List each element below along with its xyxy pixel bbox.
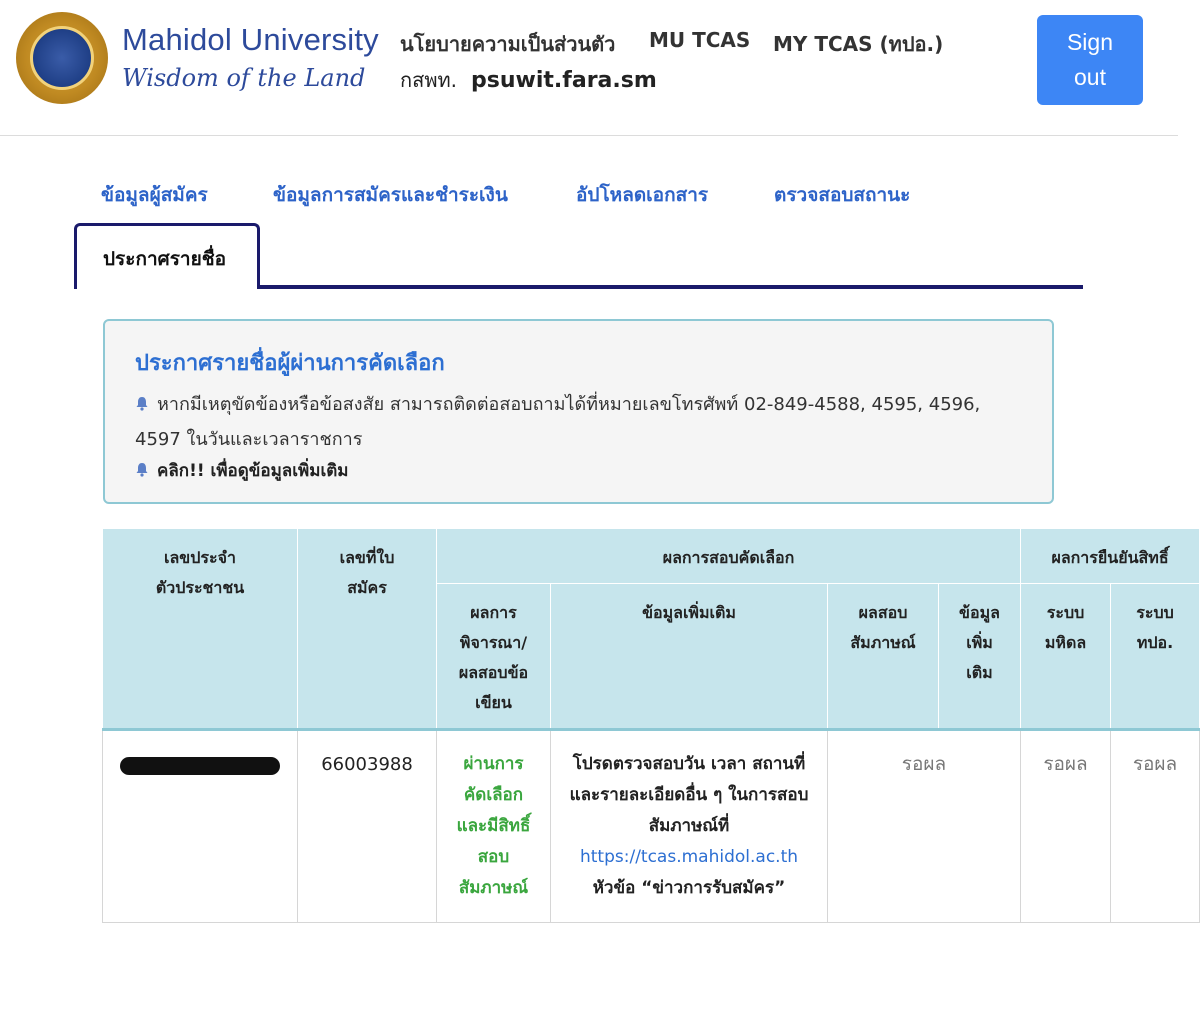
cell-application-number: 66003988	[297, 729, 437, 923]
cell-result: ผ่านการคัดเลือกและมีสิทธิ์สอบสัมภาษณ์	[436, 729, 551, 923]
header-divider	[0, 135, 1178, 136]
more-info-link[interactable]: คลิก!! เพื่อดูข้อมูลเพิ่มเติม	[135, 457, 349, 484]
tab-underline	[258, 285, 1083, 289]
tab-check-status[interactable]: ตรวจสอบสถานะ	[774, 180, 910, 210]
nav-mu-tcas[interactable]: MU TCAS	[649, 28, 750, 52]
header-application-number: เลขที่ใบสมัคร	[297, 528, 437, 731]
table-row: 66003988 ผ่านการคัดเลือกและมีสิทธิ์สอบสั…	[102, 729, 1200, 923]
header-confirmation-results: ผลการยืนยันสิทธิ์	[1020, 528, 1200, 584]
cell-more-info: โปรดตรวจสอบวัน เวลา สถานที่ และรายละเอีย…	[550, 729, 828, 923]
redacted-id	[120, 757, 280, 775]
brand-tagline: Wisdom of the Land	[122, 64, 366, 92]
signout-line1: Sign	[1066, 29, 1114, 55]
tab-announcement[interactable]: ประกาศรายชื่อ	[74, 223, 260, 289]
brand-name: Mahidol University	[122, 22, 379, 57]
header-exam-results: ผลการสอบคัดเลือก	[435, 528, 1022, 584]
header-extra-info: ข้อมูลเพิ่มเติม	[937, 583, 1022, 731]
cell-interview: รอผล	[826, 729, 1022, 923]
cell-tpo-system: รอผล	[1110, 729, 1200, 923]
more-info-link-label: คลิก!! เพื่อดูข้อมูลเพิ่มเติม	[157, 461, 349, 481]
cell-mahidol-system: รอผล	[1020, 729, 1112, 923]
bell-icon	[136, 463, 148, 477]
cell-national-id	[102, 729, 298, 923]
user-line: กสพท. psuwit.fara.sm	[400, 64, 657, 96]
header-more-info: ข้อมูลเพิ่มเติม	[550, 583, 828, 731]
nav-my-tcas[interactable]: MY TCAS (ทปอ.)	[773, 28, 943, 60]
header-interview: ผลสอบสัมภาษณ์	[827, 583, 939, 731]
tab-upload-documents[interactable]: อัปโหลดเอกสาร	[576, 180, 708, 210]
notice-text-line: หากมีเหตุขัดข้องหรือข้อสงสัย สามารถติดต่…	[135, 387, 1015, 457]
university-seal-logo[interactable]	[16, 12, 108, 104]
notice-panel: ประกาศรายชื่อผู้ผ่านการคัดเลือก หากมีเหต…	[103, 319, 1054, 504]
table-header-row: เลขประจำตัวประชาชน เลขที่ใบสมัคร ผลการสอ…	[102, 528, 1200, 731]
results-table: เลขประจำตัวประชาชน เลขที่ใบสมัคร ผลการสอ…	[102, 528, 1200, 923]
sign-out-button[interactable]: Sign out	[1037, 15, 1143, 105]
header-national-id: เลขประจำตัวประชาชน	[102, 528, 298, 731]
nav-privacy-policy[interactable]: นโยบายความเป็นส่วนตัว	[400, 28, 615, 60]
notice-title: ประกาศรายชื่อผู้ผ่านการคัดเลือก	[135, 351, 445, 376]
header-result: ผลการพิจารณา/ผลสอบข้อเขียน	[436, 583, 551, 731]
result-status: ผ่านการคัดเลือกและมีสิทธิ์สอบสัมภาษณ์	[456, 754, 531, 898]
tab-applicant-info[interactable]: ข้อมูลผู้สมัคร	[101, 180, 208, 210]
username: psuwit.fara.sm	[471, 68, 657, 93]
info-text: โปรดตรวจสอบวัน เวลา สถานที่ และรายละเอีย…	[569, 754, 809, 836]
header-tpo-system: ระบบทปอ.	[1110, 583, 1200, 731]
tab-application-payment[interactable]: ข้อมูลการสมัครและชำระเงิน	[273, 180, 508, 210]
signout-line2: out	[1074, 64, 1106, 90]
tcas-link[interactable]: https://tcas.mahidol.ac.th	[580, 847, 798, 867]
notice-text: หากมีเหตุขัดข้องหรือข้อสงสัย สามารถติดต่…	[135, 394, 981, 450]
user-prefix: กสพท.	[400, 68, 458, 92]
header-mahidol-system: ระบบมหิดล	[1020, 583, 1112, 731]
bell-icon	[136, 397, 148, 411]
info-suffix: หัวข้อ “ข่าวการรับสมัคร”	[592, 878, 786, 898]
